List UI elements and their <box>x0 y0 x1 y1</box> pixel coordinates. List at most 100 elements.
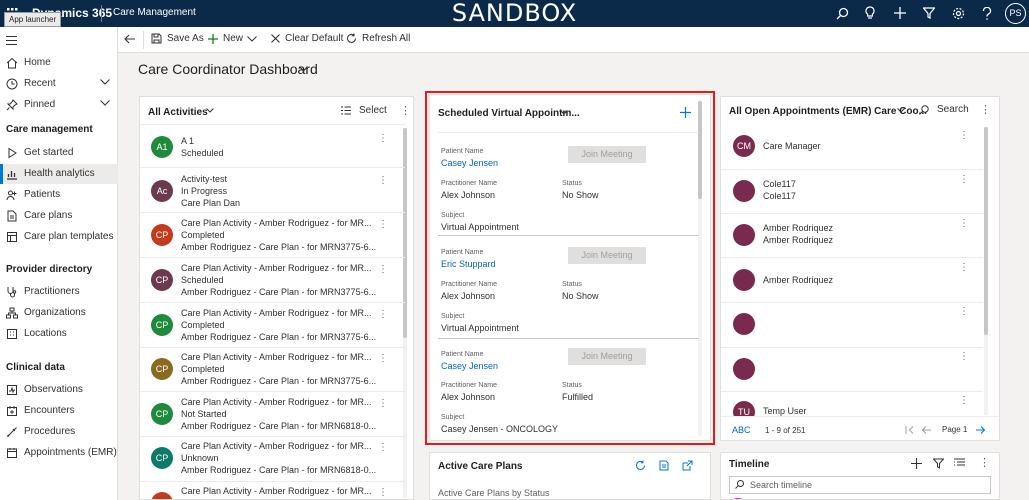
appointment-title[interactable]: Cole117 <box>763 179 796 189</box>
more-options-icon[interactable]: ⋮ <box>979 456 990 469</box>
patient-name-link[interactable]: Casey Jensen <box>441 361 498 371</box>
more-options-icon[interactable]: ⋮ <box>378 133 388 144</box>
more-options-icon[interactable]: ⋮ <box>378 175 388 186</box>
sidebar-item-patients[interactable]: Patients <box>0 185 118 205</box>
activity-subject[interactable]: Care Plan Activity - Amber Rodriguez - f… <box>181 308 372 318</box>
more-options-icon[interactable]: ⋮ <box>980 103 991 116</box>
appointment-title[interactable]: Amber Rodriquez <box>763 275 833 285</box>
next-page-icon[interactable] <box>976 426 985 434</box>
more-options-icon[interactable]: ⋮ <box>959 130 969 141</box>
chevron-down-icon[interactable] <box>100 79 110 85</box>
sidebar-item-pinned[interactable]: Pinned <box>0 95 118 115</box>
more-options-icon[interactable]: ⋮ <box>378 309 388 320</box>
more-options-icon[interactable]: ⋮ <box>378 442 388 453</box>
sidebar-item-health-analytics[interactable]: Health analytics <box>0 164 118 184</box>
expand-chart-icon[interactable] <box>682 460 693 471</box>
gear-icon[interactable] <box>950 5 966 21</box>
more-options-icon[interactable]: ⋮ <box>378 398 388 409</box>
sidebar-item-recent[interactable]: Recent <box>0 74 118 94</box>
more-options-icon[interactable]: ⋮ <box>378 219 388 230</box>
more-options-icon[interactable]: ⋮ <box>959 262 969 273</box>
more-options-icon[interactable]: ⋮ <box>378 353 388 364</box>
sidebar-item-appointments-emr[interactable]: Appointments (EMR) <box>0 443 118 463</box>
sidebar-item-organizations[interactable]: Organizations <box>0 303 118 323</box>
more-options-icon[interactable]: ⋮ <box>378 487 388 498</box>
dashboard-selector-chevron[interactable] <box>299 66 308 72</box>
filter-icon[interactable] <box>921 5 937 21</box>
previous-page-icon[interactable] <box>922 426 931 434</box>
activity-subject[interactable]: Care Plan Activity - Amber Rodriguez - f… <box>181 486 372 496</box>
scrollbar-thumb[interactable] <box>984 127 988 335</box>
more-options-icon[interactable]: ⋮ <box>959 218 969 229</box>
timeline-search-input[interactable]: Search timeline <box>729 476 991 494</box>
appointment-card[interactable]: Patient Name Eric Stuppard Join Meeting … <box>438 237 699 339</box>
activity-subject[interactable]: Care Plan Activity - Amber Rodriguez - f… <box>181 397 372 407</box>
help-icon[interactable] <box>979 5 995 21</box>
first-page-icon[interactable] <box>905 426 914 434</box>
more-options-icon[interactable]: ⋮ <box>959 351 969 362</box>
appointment-card[interactable]: Patient Name Casey Jensen Join Meeting P… <box>438 340 699 440</box>
activity-subject[interactable]: Care Plan Activity - Amber Rodriguez - f… <box>181 263 372 273</box>
join-meeting-button[interactable]: Join Meeting <box>568 146 646 163</box>
panel-title[interactable]: Scheduled Virtual Appointm... <box>438 108 580 119</box>
join-meeting-button[interactable]: Join Meeting <box>568 247 646 264</box>
sidebar-item-home[interactable]: Home <box>0 53 118 73</box>
dashboard-title[interactable]: Care Coordinator Dashboard <box>138 61 318 77</box>
scrollbar[interactable] <box>403 128 407 498</box>
sidebar-item-observations[interactable]: Observations <box>0 380 118 400</box>
chevron-down-icon[interactable] <box>560 110 568 115</box>
activity-subject[interactable]: Care Plan Activity - Amber Rodriguez - f… <box>181 218 372 228</box>
scrollbar-thumb[interactable] <box>403 128 407 338</box>
search-icon[interactable] <box>919 105 929 115</box>
appointment-title[interactable]: Temp User <box>763 406 807 416</box>
join-meeting-button[interactable]: Join Meeting <box>568 348 646 365</box>
new-button[interactable]: New <box>208 33 243 44</box>
chevron-down-icon[interactable] <box>206 108 214 113</box>
patient-name-link[interactable]: Casey Jensen <box>441 158 498 168</box>
back-button[interactable] <box>124 34 140 44</box>
clear-default-button[interactable]: Clear Default <box>271 33 343 44</box>
add-appointment-button[interactable] <box>680 107 691 118</box>
search-button[interactable]: Search <box>937 104 969 115</box>
save-as-button[interactable]: Save As <box>151 33 204 44</box>
refresh-icon[interactable] <box>635 460 646 471</box>
patient-name-link[interactable]: Eric Stuppard <box>441 259 496 269</box>
more-options-icon[interactable]: ⋮ <box>959 306 969 317</box>
list-select-icon[interactable] <box>341 106 351 115</box>
sidebar-item-care-plans[interactable]: Care plans <box>0 206 118 226</box>
sidebar-item-procedures[interactable]: Procedures <box>0 422 118 442</box>
sidebar-item-encounters[interactable]: Encounters <box>0 401 118 421</box>
chevron-down-icon[interactable] <box>897 108 905 113</box>
hamburger-menu-button[interactable] <box>6 36 17 45</box>
select-button[interactable]: Select <box>359 105 387 116</box>
alphabet-filter-link[interactable]: ABC <box>732 425 751 435</box>
list-view-icon[interactable] <box>954 458 965 468</box>
appointment-title[interactable]: Care Manager <box>763 141 821 151</box>
search-icon[interactable] <box>834 5 850 21</box>
activity-subject[interactable]: Care Plan Activity - Amber Rodriguez - f… <box>181 441 372 451</box>
plus-icon[interactable] <box>892 5 908 21</box>
new-dropdown-button[interactable] <box>247 36 262 42</box>
more-options-icon[interactable]: ⋮ <box>378 264 388 275</box>
activity-subject[interactable]: Activity-test <box>181 174 227 184</box>
refresh-all-button[interactable]: Refresh All <box>346 33 410 44</box>
sidebar-item-practitioners[interactable]: Practitioners <box>0 282 118 302</box>
user-avatar[interactable]: PS <box>1005 3 1026 24</box>
sidebar-item-get-started[interactable]: Get started <box>0 143 118 163</box>
appointment-title[interactable]: Amber Rodriquez <box>763 223 833 233</box>
activity-subject[interactable]: Care Plan Activity - Amber Rodriguez - f… <box>181 352 372 362</box>
sidebar-item-locations[interactable]: Locations <box>0 324 118 344</box>
view-records-icon[interactable] <box>659 460 669 471</box>
filter-icon[interactable] <box>933 458 944 469</box>
sidebar-item-care-plan-templates[interactable]: Care plan templates <box>0 227 118 247</box>
lightbulb-icon[interactable] <box>862 5 878 21</box>
panel-title[interactable]: All Activities <box>148 107 208 118</box>
chevron-down-icon[interactable] <box>100 100 110 106</box>
appointment-card[interactable]: Patient Name Casey Jensen Join Meeting P… <box>438 132 699 236</box>
more-options-icon[interactable]: ⋮ <box>959 395 969 406</box>
more-options-icon[interactable]: ⋮ <box>959 174 969 185</box>
activity-subject[interactable]: A 1 <box>181 136 194 146</box>
scrollbar[interactable] <box>984 127 988 415</box>
more-options-icon[interactable]: ⋮ <box>400 104 411 117</box>
plus-icon[interactable] <box>911 458 922 469</box>
